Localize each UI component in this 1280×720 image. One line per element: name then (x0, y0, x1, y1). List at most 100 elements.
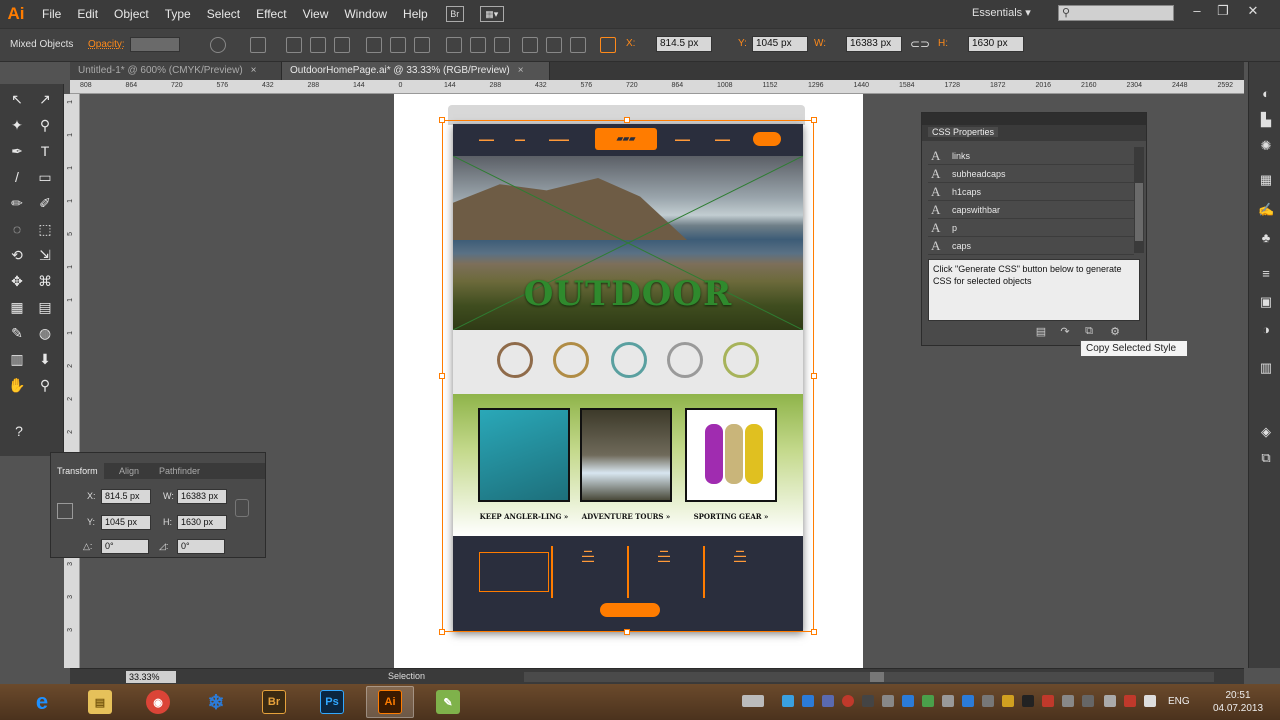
tool-button[interactable]: ? (8, 420, 30, 442)
rotate-field[interactable]: 0° (101, 539, 149, 554)
tray-app-icon[interactable] (1062, 695, 1074, 707)
copy-style-icon[interactable]: ⧉ (1082, 325, 1096, 337)
clock[interactable]: 20:51 04.07.2013 (1208, 689, 1268, 715)
tab-pathfinder[interactable]: Pathfinder (153, 463, 206, 479)
recolor-icon[interactable] (210, 37, 226, 53)
selection-handle[interactable] (811, 629, 817, 635)
h-field[interactable]: 1630 px (177, 515, 227, 530)
gradient-icon[interactable]: ▣ (1258, 294, 1274, 310)
stroke-icon[interactable]: ≡ (1258, 266, 1274, 282)
tray-app-icon[interactable] (1042, 695, 1054, 707)
transparency-icon[interactable]: ◑ (1258, 322, 1274, 338)
tray-app-icon[interactable] (1022, 695, 1034, 707)
x-field[interactable]: 814.5 px (656, 36, 712, 52)
tray-app-icon[interactable] (1002, 695, 1014, 707)
taskbar-app-illustrator[interactable]: Ai (366, 686, 414, 718)
tool-button[interactable]: ✒ (6, 140, 28, 162)
tool-button[interactable]: ▭ (34, 166, 56, 188)
language-indicator[interactable]: ENG (1168, 696, 1190, 707)
tool-button[interactable]: ⚲ (34, 374, 56, 396)
graphic-styles-icon[interactable]: ▥ (1258, 360, 1274, 376)
css-style-item[interactable]: Ah1caps (928, 183, 1134, 201)
tray-app-icon[interactable] (822, 695, 834, 707)
taskbar-app-bridge[interactable]: Br (250, 686, 298, 718)
selection-handle[interactable] (811, 117, 817, 123)
css-output-text[interactable]: Click "Generate CSS" button below to gen… (928, 259, 1140, 321)
tool-button[interactable]: ⬇ (34, 348, 56, 370)
tab-untitled[interactable]: Untitled-1* @ 600% (CMYK/Preview) × (70, 62, 282, 80)
tool-button[interactable]: ↖ (6, 88, 28, 110)
align-middle-icon[interactable] (390, 37, 406, 53)
color-icon[interactable]: ◐ (1258, 86, 1274, 102)
menu-view[interactable]: View (295, 0, 337, 28)
tool-button[interactable]: ✏ (6, 192, 28, 214)
h-field[interactable]: 1630 px (968, 36, 1024, 52)
action-center-icon[interactable] (1082, 695, 1094, 707)
taskbar-app-chrome[interactable]: ◉ (134, 686, 182, 718)
taskbar-app-explorer[interactable]: ▤ (76, 686, 124, 718)
reference-point-icon[interactable] (57, 503, 73, 519)
options-icon[interactable]: ⚙ (1108, 325, 1122, 338)
tray-app-icon[interactable] (962, 695, 974, 707)
color-guide-icon[interactable]: ▙ (1258, 112, 1274, 128)
tool-button[interactable]: ⌘ (34, 270, 56, 292)
align-top-icon[interactable] (366, 37, 382, 53)
align-bottom-icon[interactable] (414, 37, 430, 53)
tray-app-icon[interactable] (782, 695, 794, 707)
tab-outdoor-homepage[interactable]: OutdoorHomePage.ai* @ 33.33% (RGB/Previe… (282, 62, 550, 80)
appearance-icon[interactable]: ✺ (1258, 138, 1274, 154)
tool-button[interactable]: ✎ (6, 322, 28, 344)
selection-handle[interactable] (439, 373, 445, 379)
close-button[interactable]: ✕ (1242, 3, 1264, 21)
opacity-field[interactable] (130, 37, 180, 52)
tool-button[interactable]: ⇲ (34, 244, 56, 266)
close-icon[interactable]: × (518, 65, 524, 76)
taskbar-app-snowflake[interactable]: ❄ (192, 686, 240, 718)
taskbar-app-notepad[interactable]: ✎ (424, 686, 472, 718)
tray-app-icon[interactable] (842, 695, 854, 707)
selection-bounding-box[interactable] (442, 120, 814, 632)
tool-button[interactable]: ⟲ (6, 244, 28, 266)
align-right-icon[interactable] (334, 37, 350, 53)
tool-button[interactable]: T (34, 140, 56, 162)
css-style-item[interactable]: Asubheadcaps (928, 165, 1134, 183)
y-field[interactable]: 1045 px (752, 36, 808, 52)
align-center-icon[interactable] (310, 37, 326, 53)
taskbar-app-photoshop[interactable]: Ps (308, 686, 356, 718)
close-icon[interactable]: × (251, 65, 257, 76)
align-left-icon[interactable] (286, 37, 302, 53)
menu-effect[interactable]: Effect (248, 0, 294, 28)
tab-css-properties[interactable]: CSS Properties (928, 127, 999, 137)
tool-button[interactable]: ▦ (6, 296, 28, 318)
selection-handle[interactable] (439, 629, 445, 635)
tray-app-icon[interactable] (882, 695, 894, 707)
tool-button[interactable]: ▤ (34, 296, 56, 318)
network-icon[interactable] (1104, 695, 1116, 707)
menu-object[interactable]: Object (106, 0, 157, 28)
generate-css-icon[interactable]: ↷ (1058, 325, 1072, 338)
css-style-item[interactable]: Ap (928, 219, 1134, 237)
scrollbar-thumb[interactable] (870, 672, 884, 682)
tool-button[interactable]: ⬚ (34, 218, 56, 240)
y-field[interactable]: 1045 px (101, 515, 151, 530)
tool-button[interactable]: ✐ (34, 192, 56, 214)
tray-app-icon[interactable] (922, 695, 934, 707)
selection-handle[interactable] (811, 373, 817, 379)
distribute-right-icon[interactable] (570, 37, 586, 53)
distribute-top-icon[interactable] (446, 37, 462, 53)
w-field[interactable]: 16383 px (846, 36, 902, 52)
align-to-icon[interactable] (250, 37, 266, 53)
tool-button[interactable]: ⚲ (34, 114, 56, 136)
link-proportions-icon[interactable] (235, 499, 249, 517)
reference-point-icon[interactable] (600, 37, 616, 53)
tray-app-icon[interactable] (802, 695, 814, 707)
tray-app-icon[interactable] (942, 695, 954, 707)
scrollbar-thumb[interactable] (1135, 183, 1143, 241)
constrain-proportions-icon[interactable]: ⊂⊃ (910, 37, 930, 53)
brushes-icon[interactable]: ✍ (1258, 202, 1274, 218)
tray-app-icon[interactable] (862, 695, 874, 707)
minimize-button[interactable]: – (1186, 3, 1208, 21)
distribute-left-icon[interactable] (522, 37, 538, 53)
volume-icon[interactable] (1144, 695, 1156, 707)
vertical-ruler[interactable]: 11115111222223333 (64, 94, 80, 668)
